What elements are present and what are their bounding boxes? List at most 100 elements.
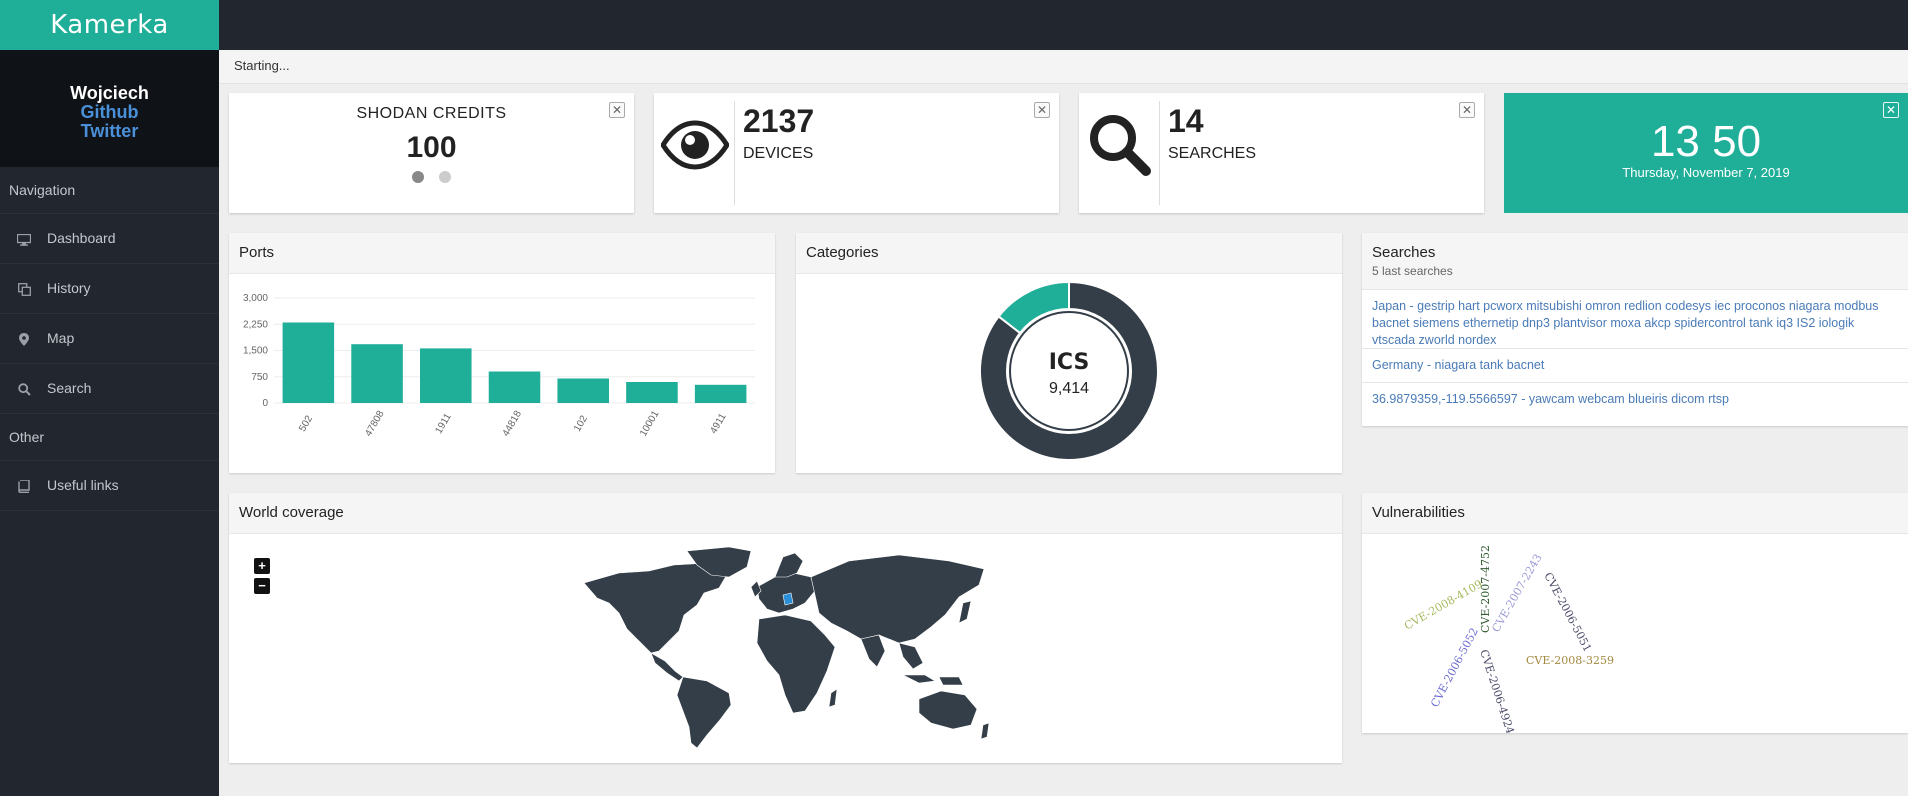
panel-title: Categories <box>806 244 879 261</box>
carousel-dot-active[interactable] <box>412 171 424 183</box>
search-history-item[interactable]: Germany - niagara tank bacnet <box>1362 348 1908 382</box>
divider <box>734 101 735 205</box>
devices-count: 2137 <box>743 103 815 139</box>
copy-icon <box>16 264 32 313</box>
x-tick-label: 102 <box>572 413 590 433</box>
port-bar[interactable] <box>488 371 541 404</box>
clock-time: 13 50 <box>1650 117 1762 166</box>
world-map[interactable] <box>579 543 999 753</box>
sidebar-item-dashboard[interactable]: Dashboard <box>0 214 219 264</box>
ports-panel: Ports 0 750 1,500 2,250 3,000 502 47808 1911 448… <box>229 233 775 473</box>
x-tick-label: 4911 <box>708 411 728 436</box>
panel-subtitle: 5 last searches <box>1372 264 1453 278</box>
vulnerability-word-cloud: CVE-2008-4109 CVE-2007-4752 CVE-2007-224… <box>1402 545 1614 733</box>
credits-card: SHODAN CREDITS 100 ✕ <box>229 93 634 213</box>
searches-count: 14 <box>1168 103 1204 139</box>
close-button[interactable]: ✕ <box>609 102 625 118</box>
cve-word[interactable]: CVE-2008-4109 <box>1402 577 1485 632</box>
panel-header: World coverage <box>229 493 1342 534</box>
monitor-icon <box>16 214 32 263</box>
clock-card: 13 50 Thursday, November 7, 2019 ✕ <box>1504 93 1908 213</box>
search-history-item[interactable]: 36.9879359,-119.5566597 - yawcam webcam … <box>1362 382 1908 416</box>
x-tick-label: 47808 <box>363 409 387 439</box>
port-bar[interactable] <box>626 382 678 403</box>
cve-word[interactable]: CVE-2006-5051 <box>1541 570 1594 654</box>
searches-card: 14 SEARCHES ✕ <box>1079 93 1484 213</box>
donut-center-label: ICS <box>1049 350 1090 375</box>
close-button[interactable]: ✕ <box>1459 102 1475 118</box>
status-text: Starting... <box>234 58 290 73</box>
credits-value: 100 <box>406 131 457 164</box>
profile-block: Wojciech Github Twitter <box>0 50 219 167</box>
sidebar-item-label: Useful links <box>47 477 119 493</box>
port-bar[interactable] <box>557 378 609 404</box>
search-icon <box>16 364 32 413</box>
sidebar-item-label: History <box>47 280 91 296</box>
x-tick-label: 10001 <box>638 409 662 439</box>
nav-heading: Navigation <box>0 167 219 214</box>
cve-word[interactable]: CVE-2006-5052 <box>1428 626 1481 710</box>
x-tick-label: 502 <box>297 413 315 433</box>
close-button[interactable]: ✕ <box>1034 102 1050 118</box>
github-link[interactable]: Github <box>0 103 219 122</box>
port-bar[interactable] <box>694 384 747 403</box>
credits-title: SHODAN CREDITS <box>356 105 507 122</box>
panel-title: Vulnerabilities <box>1372 504 1465 521</box>
close-icon: ✕ <box>1036 103 1048 117</box>
categories-donut-chart: ICS 9,414 <box>979 280 1159 461</box>
y-tick-label: 0 <box>262 398 268 409</box>
sidebar-item-useful-links[interactable]: Useful links <box>0 461 219 511</box>
ports-bar-chart: 0 750 1,500 2,250 3,000 502 47808 1911 44818 102 1… <box>243 293 755 439</box>
donut-center-value: 9,414 <box>1049 380 1089 397</box>
y-tick-label: 2,250 <box>243 319 268 330</box>
port-bar[interactable] <box>351 344 403 403</box>
cve-word[interactable]: CVE-2008-3259 <box>1526 654 1614 667</box>
panel-header: Categories <box>796 233 1342 274</box>
sidebar-item-label: Map <box>47 330 75 346</box>
highlighted-country[interactable] <box>782 592 794 606</box>
y-tick-label: 1,500 <box>243 346 268 357</box>
y-tick-label: 750 <box>251 372 268 383</box>
y-tick-label: 3,000 <box>243 293 268 304</box>
sidebar-item-history[interactable]: History <box>0 264 219 314</box>
sidebar-item-search[interactable]: Search <box>0 364 219 414</box>
panel-header: Ports <box>229 233 775 274</box>
devices-card: 2137 DEVICES ✕ <box>654 93 1059 213</box>
donut-slice[interactable] <box>997 280 1070 335</box>
cve-word[interactable]: CVE-2007-4752 <box>1479 545 1492 633</box>
other-heading: Other <box>0 414 219 461</box>
close-icon: ✕ <box>611 103 623 117</box>
twitter-link[interactable]: Twitter <box>0 122 219 141</box>
app-logo[interactable]: Kamerka <box>0 0 219 50</box>
port-bar[interactable] <box>420 348 472 403</box>
cve-word[interactable]: CVE-2006-4924 <box>1477 648 1517 733</box>
panel-title: Ports <box>239 244 275 261</box>
x-tick-label: 1911 <box>433 411 453 436</box>
sidebar: Wojciech Github Twitter Navigation Dashb… <box>0 50 219 796</box>
status-bar: Starting... <box>219 50 1908 84</box>
port-bar[interactable] <box>282 322 335 404</box>
close-button[interactable]: ✕ <box>1883 102 1899 118</box>
zoom-in-button[interactable]: + <box>254 558 270 574</box>
devices-label: DEVICES <box>743 145 814 162</box>
searches-label: SEARCHES <box>1168 145 1257 162</box>
book-icon <box>16 461 32 510</box>
map-marker-icon <box>16 314 32 363</box>
world-coverage-panel: World coverage + − <box>229 493 1342 763</box>
close-icon: ✕ <box>1461 103 1473 117</box>
panel-header: Searches 5 last searches <box>1362 233 1908 290</box>
clock-date: Thursday, November 7, 2019 <box>1622 165 1790 180</box>
cve-word[interactable]: CVE-2007-2243 <box>1489 552 1544 635</box>
vulnerabilities-panel: Vulnerabilities CVE-2008-4109 CVE-2007-4… <box>1362 493 1908 733</box>
sidebar-item-label: Dashboard <box>47 230 116 246</box>
carousel-dot[interactable] <box>439 171 451 183</box>
panel-title: World coverage <box>239 504 344 521</box>
sidebar-item-map[interactable]: Map <box>0 314 219 364</box>
eye-icon <box>660 111 730 179</box>
categories-panel: Categories ICS 9,414 <box>796 233 1342 473</box>
searches-panel: Searches 5 last searches Japan - gestrip… <box>1362 233 1908 426</box>
top-bar <box>0 0 1908 50</box>
zoom-out-button[interactable]: − <box>254 578 270 594</box>
panel-header: Vulnerabilities <box>1362 493 1908 534</box>
search-history-item[interactable]: Japan - gestrip hart pcworx mitsubishi o… <box>1362 289 1908 348</box>
